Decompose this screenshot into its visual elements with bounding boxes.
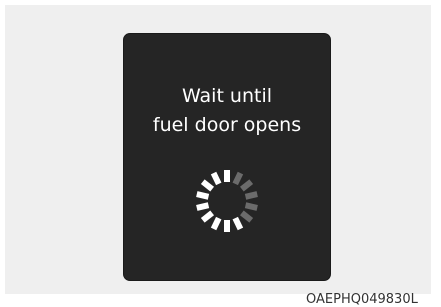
spinner-segment (232, 216, 244, 231)
wait-message-line-2: fuel door opens (152, 114, 302, 136)
spinner-segment (210, 171, 222, 186)
spinner-segment (200, 210, 215, 223)
spinner-segment (232, 171, 244, 186)
spinner-segment (239, 179, 254, 192)
spinner-segment (200, 179, 215, 192)
loading-spinner-icon (196, 170, 258, 232)
spinner-segment (196, 202, 210, 211)
spinner-segment (239, 210, 254, 223)
cluster-display-screen: Wait until fuel door opens (124, 34, 330, 280)
wait-message-line-1: Wait until (181, 85, 273, 107)
figure-code: OAEPHQ049830L (306, 292, 418, 307)
spinner-segment (196, 191, 210, 200)
spinner-segment (244, 191, 258, 200)
spinner-segment (210, 216, 222, 231)
spinner-segment (244, 202, 258, 211)
wait-message: Wait until fuel door opens (124, 82, 330, 140)
